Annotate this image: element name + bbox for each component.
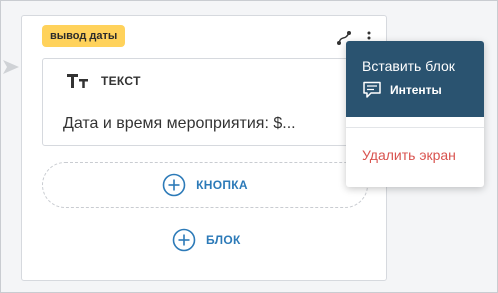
add-block-control[interactable]: БЛОК [172,226,241,254]
add-block-label: БЛОК [206,233,241,247]
menu-divider [346,127,484,128]
insert-block-section: Вставить блок Интенты [346,41,484,117]
block-type-label: ТЕКСТ [101,74,141,88]
screen-card[interactable]: вывод даты ТЕКСТ Дата и время мероприяти… [21,15,387,281]
chat-bubble-icon [363,81,381,98]
text-block-header: ТЕКСТ [67,73,141,89]
plus-circle-icon [172,228,196,252]
intents-label: Интенты [390,83,442,97]
insert-block-title: Вставить блок [362,58,455,74]
text-block[interactable]: ТЕКСТ Дата и время мероприятия: $... [42,58,368,146]
screen-context-menu: Вставить блок Интенты Удалить экран [346,41,484,187]
menu-item-delete-screen[interactable]: Удалить экран [362,147,456,163]
add-button-label: КНОПКА [196,178,248,192]
add-button-control[interactable]: КНОПКА [42,162,368,208]
flow-canvas: вывод даты ТЕКСТ Дата и время мероприяти… [0,0,498,293]
text-block-content: Дата и время мероприятия: $... [63,115,296,132]
incoming-connector-arrow-icon [3,60,19,74]
text-type-icon [67,74,88,88]
screen-name-badge[interactable]: вывод даты [42,25,126,47]
menu-item-intents[interactable]: Интенты [362,81,442,99]
plus-circle-icon [162,173,186,197]
